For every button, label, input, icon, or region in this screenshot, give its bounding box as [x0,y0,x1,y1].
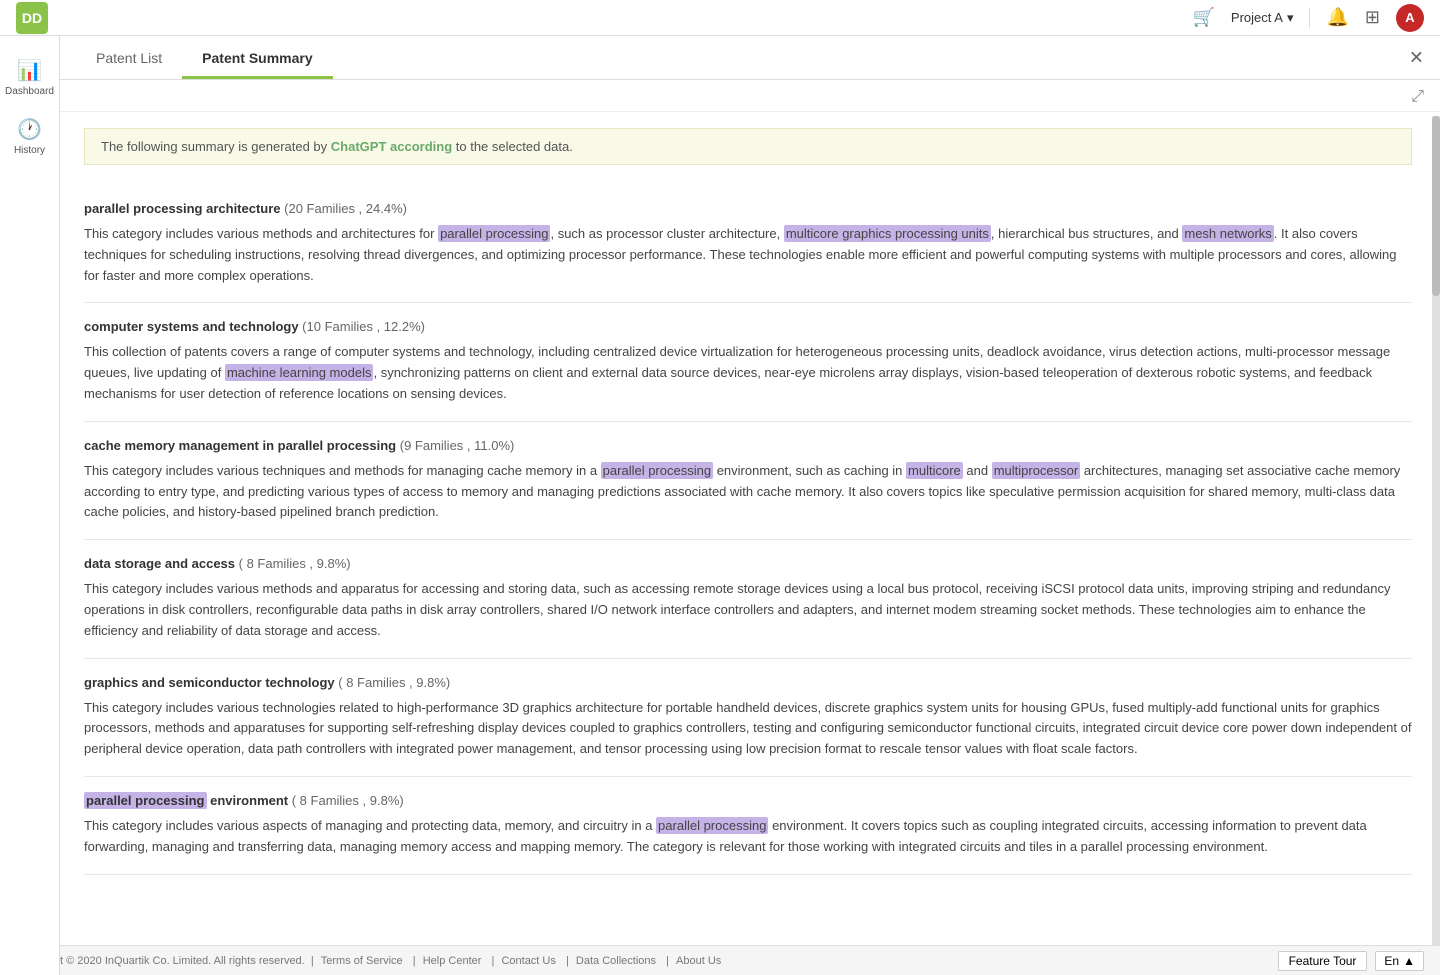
category-name: environment [207,793,289,808]
category-title: graphics and semiconductor technology ( … [84,675,1412,690]
content-area: The following summary is generated by Ch… [60,112,1436,891]
category-name: parallel processing architecture [84,201,281,216]
terms-link[interactable]: Terms of Service [321,955,403,967]
category-text: This collection of patents covers a rang… [84,342,1412,404]
banner-highlight: ChatGPT according [331,139,452,154]
highlight-term: multiprocessor [992,462,1081,479]
cart-icon[interactable]: 🛒 [1193,7,1215,28]
chevron-down-icon: ▾ [1287,10,1294,26]
category-title: parallel processing architecture (20 Fam… [84,201,1412,216]
category-text: This category includes various methods a… [84,579,1412,641]
footer-right: Feature Tour En ▲ [1278,951,1424,971]
category-text: This category includes various technolog… [84,698,1412,760]
navbar-right: 🛒 Project A ▾ 🔔 ⊞ A [1193,4,1425,32]
category-section: data storage and access ( 8 Families , 9… [84,540,1412,658]
category-section: parallel processing architecture (20 Fam… [84,185,1412,303]
category-section: cache memory management in parallel proc… [84,422,1412,540]
tabs-bar: Patent List Patent Summary ✕ [60,36,1440,80]
category-section: graphics and semiconductor technology ( … [84,659,1412,777]
category-stats: ( 8 Families , 9.8%) [335,675,451,690]
highlight-term: machine learning models [225,364,374,381]
category-name: cache memory management in parallel proc… [84,438,396,453]
sidebar-label-dashboard: Dashboard [5,86,54,97]
highlight-term: parallel processing [84,792,207,809]
content-scroll[interactable]: The following summary is generated by Ch… [60,112,1440,913]
category-stats: (20 Families , 24.4%) [281,201,407,216]
footer-links: Copyright © 2020 InQuartik Co. Limited. … [16,955,725,967]
navbar: DD 🛒 Project A ▾ 🔔 ⊞ A [0,0,1440,36]
toolbar-row: ⤢ [60,80,1440,112]
data-collections-link[interactable]: Data Collections [576,955,656,967]
avatar[interactable]: A [1396,4,1424,32]
expand-icon[interactable]: ⤢ [1411,88,1424,106]
scrollbar-thumb[interactable] [1432,116,1440,296]
main-wrapper: Patent List Patent Summary ✕ ⤢ The follo… [60,36,1440,945]
project-name: Project A [1231,10,1283,25]
highlight-term: parallel processing [601,462,713,479]
dashboard-icon: 📊 [17,58,42,83]
category-text: This category includes various aspects o… [84,816,1412,858]
help-link[interactable]: Help Center [423,955,482,967]
sidebar: 📊 Dashboard 🕐 History [0,36,60,975]
category-title: data storage and access ( 8 Families , 9… [84,556,1412,571]
banner-suffix: to the selected data. [452,139,573,154]
project-selector[interactable]: Project A ▾ [1231,10,1294,26]
category-name: computer systems and technology [84,319,299,334]
tab-patent-list[interactable]: Patent List [76,36,182,79]
category-name: graphics and semiconductor technology [84,675,335,690]
category-section: computer systems and technology (10 Fami… [84,303,1412,421]
language-button[interactable]: En ▲ [1375,951,1424,971]
tab-patent-summary[interactable]: Patent Summary [182,36,332,79]
category-text: This category includes various technique… [84,461,1412,523]
category-title: parallel processing environment ( 8 Fami… [84,793,1412,808]
category-title: computer systems and technology (10 Fami… [84,319,1412,334]
divider [1309,8,1310,28]
language-label: En [1384,954,1399,968]
close-button[interactable]: ✕ [1409,47,1424,68]
highlight-term: multicore graphics processing units [784,225,991,242]
sidebar-item-dashboard[interactable]: 📊 Dashboard [3,52,57,103]
highlight-term: parallel processing [438,225,550,242]
history-icon: 🕐 [17,117,42,142]
category-stats: ( 8 Families , 9.8%) [235,556,351,571]
highlight-term: mesh networks [1182,225,1273,242]
banner-prefix: The following summary is generated by [101,139,331,154]
footer: Copyright © 2020 InQuartik Co. Limited. … [0,945,1440,975]
about-link[interactable]: About Us [676,955,721,967]
sidebar-item-history[interactable]: 🕐 History [3,111,57,162]
bell-icon[interactable]: 🔔 [1326,7,1348,28]
sidebar-label-history: History [14,145,45,156]
category-text: This category includes various methods a… [84,224,1412,286]
scrollbar-track [1432,116,1440,945]
chevron-up-icon: ▲ [1403,954,1415,968]
category-section: parallel processing environment ( 8 Fami… [84,777,1412,875]
category-name: data storage and access [84,556,235,571]
grid-icon[interactable]: ⊞ [1365,7,1380,28]
logo: DD [16,2,48,34]
highlight-term: parallel processing [656,817,768,834]
category-stats: ( 8 Families , 9.8%) [288,793,404,808]
info-banner: The following summary is generated by Ch… [84,128,1412,165]
highlight-term: multicore [906,462,963,479]
category-stats: (9 Families , 11.0%) [396,438,514,453]
contact-link[interactable]: Contact Us [501,955,555,967]
feature-tour-button[interactable]: Feature Tour [1278,951,1368,971]
category-stats: (10 Families , 12.2%) [299,319,425,334]
category-title: cache memory management in parallel proc… [84,438,1412,453]
